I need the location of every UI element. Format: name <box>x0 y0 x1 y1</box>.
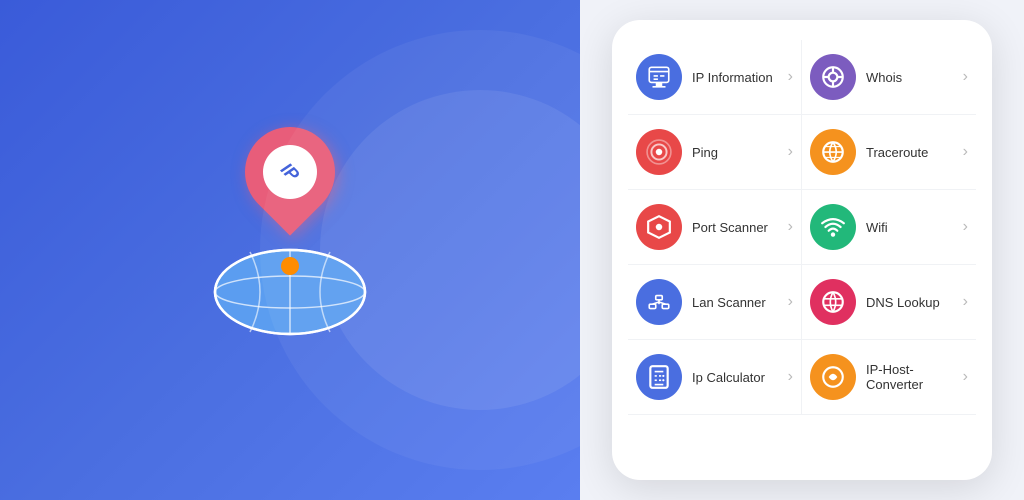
menu-grid: IP Information › Whois › Ping › Tracerou… <box>628 40 976 415</box>
menu-arrow-ip-host-converter: › <box>963 368 968 386</box>
menu-label-wifi: Wifi <box>866 220 959 235</box>
menu-arrow-lan-scanner: › <box>788 293 793 311</box>
menu-item-whois[interactable]: Whois › <box>802 40 976 115</box>
menu-item-port-scanner[interactable]: Port Scanner › <box>628 190 802 265</box>
menu-item-lan-scanner[interactable]: Lan Scanner › <box>628 265 802 340</box>
left-panel: IP <box>0 0 580 500</box>
menu-label-dns-lookup: DNS Lookup <box>866 295 959 310</box>
right-panel: IP Information › Whois › Ping › Tracerou… <box>580 0 1024 500</box>
menu-label-ip-calculator: Ip Calculator <box>692 370 784 385</box>
traceroute-icon <box>810 129 856 175</box>
pin-icon: IP <box>245 127 335 247</box>
menu-item-ping[interactable]: Ping › <box>628 115 802 190</box>
menu-arrow-wifi: › <box>963 218 968 236</box>
port-scanner-icon <box>636 204 682 250</box>
illustration: IP <box>190 127 390 337</box>
menu-item-ip-information[interactable]: IP Information › <box>628 40 802 115</box>
lan-scanner-icon <box>636 279 682 325</box>
ping-icon <box>636 129 682 175</box>
menu-label-ip-information: IP Information <box>692 70 784 85</box>
menu-arrow-dns-lookup: › <box>963 293 968 311</box>
menu-item-wifi[interactable]: Wifi › <box>802 190 976 265</box>
ip-host-converter-icon <box>810 354 856 400</box>
dns-lookup-icon <box>810 279 856 325</box>
ip-info-icon <box>636 54 682 100</box>
menu-label-traceroute: Traceroute <box>866 145 959 160</box>
menu-arrow-traceroute: › <box>963 143 968 161</box>
ip-calculator-icon <box>636 354 682 400</box>
menu-arrow-whois: › <box>963 68 968 86</box>
whois-icon <box>810 54 856 100</box>
menu-arrow-ping: › <box>788 143 793 161</box>
phone-mockup: IP Information › Whois › Ping › Tracerou… <box>612 20 992 480</box>
wifi-icon <box>810 204 856 250</box>
menu-label-lan-scanner: Lan Scanner <box>692 295 784 310</box>
orange-dot <box>281 257 299 275</box>
menu-arrow-port-scanner: › <box>788 218 793 236</box>
menu-item-ip-calculator[interactable]: Ip Calculator › <box>628 340 802 415</box>
menu-item-ip-host-converter[interactable]: IP-Host-Converter › <box>802 340 976 415</box>
menu-item-traceroute[interactable]: Traceroute › <box>802 115 976 190</box>
menu-item-dns-lookup[interactable]: DNS Lookup › <box>802 265 976 340</box>
menu-arrow-ip-calculator: › <box>788 368 793 386</box>
menu-label-whois: Whois <box>866 70 959 85</box>
menu-label-port-scanner: Port Scanner <box>692 220 784 235</box>
menu-label-ip-host-converter: IP-Host-Converter <box>866 362 959 392</box>
menu-label-ping: Ping <box>692 145 784 160</box>
menu-arrow-ip-information: › <box>788 68 793 86</box>
